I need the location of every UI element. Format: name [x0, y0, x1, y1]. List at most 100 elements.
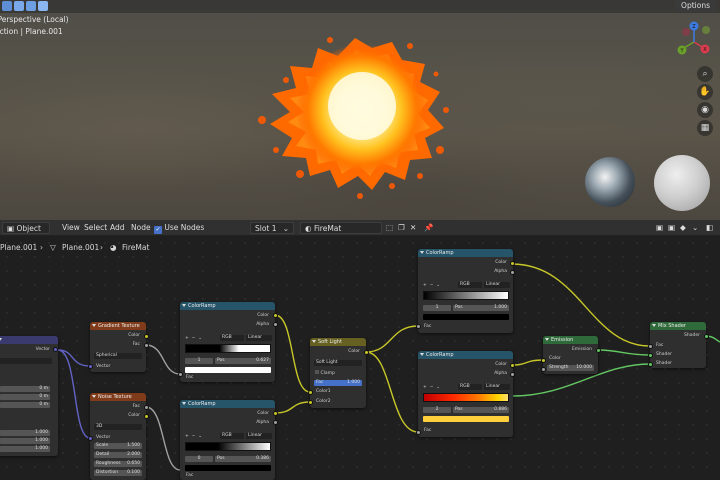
noise-fac-socket[interactable]	[144, 405, 149, 410]
duplicate-icon[interactable]: ❐	[398, 222, 405, 234]
ramp4-alpha-socket[interactable]	[510, 372, 515, 377]
noise-roughness-field[interactable]: Roughness 0.650	[94, 461, 142, 467]
ramp1-fac-socket[interactable]	[178, 372, 183, 377]
ramp4-fac-socket[interactable]	[416, 430, 421, 435]
mapping-loc-z[interactable]: 0 m	[0, 402, 50, 408]
softlight-fac-field[interactable]: Fac 1.000	[314, 380, 362, 386]
gradient-texture-header[interactable]: Gradient Texture	[90, 322, 146, 330]
mix-shader-in1-socket[interactable]	[648, 353, 653, 358]
options-button[interactable]: Options	[675, 0, 716, 12]
softlight-mix-node[interactable]: Soft Light Color Soft Light Clamp Fac 1.…	[310, 338, 366, 408]
noise-distortion-field[interactable]: Distortion 0.100	[94, 470, 142, 476]
softlight-color2-socket[interactable]	[308, 400, 313, 405]
ramp4-pos-field[interactable]: Pos 0.886	[453, 407, 509, 413]
mapping-scale-x[interactable]: 1.000	[0, 430, 50, 436]
ramp2-gradient-bar[interactable]	[185, 442, 271, 451]
noise-texture-header[interactable]: Noise Texture	[90, 393, 146, 401]
ramp2-color-swatch[interactable]	[185, 465, 271, 471]
ramp4-interp-dropdown[interactable]: Linear	[484, 384, 510, 390]
ramp1-add-remove-icons[interactable]: + − ⌄	[185, 336, 202, 341]
mix-shader-in2-socket[interactable]	[648, 362, 653, 367]
mapping-scale-y[interactable]: 1.000	[0, 438, 50, 444]
menu-node[interactable]: Node	[131, 222, 151, 234]
overlay-icon-1[interactable]: ▣	[656, 222, 663, 234]
noise-color-socket[interactable]	[144, 414, 149, 419]
softlight-blend-dropdown[interactable]: Soft Light	[314, 360, 362, 366]
menu-add[interactable]: Add	[110, 222, 125, 234]
ramp1-pos-field[interactable]: Pos 0.627	[215, 358, 271, 364]
ramp2-add-remove-icons[interactable]: + − ⌄	[185, 434, 202, 439]
pan-hand-icon[interactable]: ✋	[697, 84, 713, 100]
softlight-header[interactable]: Soft Light	[310, 338, 366, 346]
colorramp-node-3[interactable]: ColorRamp Color Alpha + − ⌄ RGB Linear 1…	[418, 249, 513, 333]
ramp3-mode-dropdown[interactable]: RGB	[458, 282, 482, 288]
ramp4-add-remove-icons[interactable]: + − ⌄	[423, 385, 440, 390]
camera-icon[interactable]: ◉	[697, 102, 713, 118]
colorramp-3-header[interactable]: ColorRamp	[418, 249, 513, 257]
navigation-gizmo[interactable]: Z Y X	[664, 18, 720, 58]
gradient-color-socket[interactable]	[144, 334, 149, 339]
gradient-vector-socket[interactable]	[88, 364, 93, 369]
ramp1-color-swatch[interactable]	[185, 367, 271, 373]
material-preview-sphere[interactable]	[654, 155, 710, 211]
ramp3-color-socket[interactable]	[510, 261, 515, 266]
overlay-dropdown-icon[interactable]: ⌄	[692, 222, 698, 234]
overlay-icon-2[interactable]: ▣	[668, 222, 675, 234]
softlight-color1-socket[interactable]	[308, 390, 313, 395]
zoom-icon[interactable]: ⌕	[697, 66, 713, 82]
colorramp-node-1[interactable]: ColorRamp Color Alpha + − ⌄ RGB Linear 1…	[180, 302, 275, 382]
mapping-loc-y[interactable]: 0 m	[0, 394, 50, 400]
ramp4-index-field[interactable]: 2	[423, 407, 451, 413]
ramp1-alpha-socket[interactable]	[273, 322, 278, 327]
toggle-icon[interactable]	[14, 1, 24, 11]
ramp4-color-socket[interactable]	[510, 363, 515, 368]
noise-detail-field[interactable]: Detail 2.000	[94, 452, 142, 458]
unlink-icon[interactable]: ✕	[410, 222, 416, 234]
fake-user-icon[interactable]: ⬚	[386, 222, 393, 234]
ramp1-color-socket[interactable]	[273, 313, 278, 318]
mapping-node-header[interactable]	[0, 336, 58, 344]
mix-shader-out-socket[interactable]	[704, 334, 709, 339]
mix-shader-header[interactable]: Mix Shader	[650, 322, 706, 330]
toggle-icon-3[interactable]	[38, 1, 48, 11]
colorramp-node-4[interactable]: ColorRamp Color Alpha + − ⌄ RGB Linear 2…	[418, 351, 513, 437]
ramp3-interp-dropdown[interactable]: Linear	[484, 282, 510, 288]
colorramp-node-2[interactable]: ColorRamp Color Alpha + − ⌄ RGB Linear 0…	[180, 400, 275, 480]
ramp2-alpha-socket[interactable]	[273, 420, 278, 425]
ramp4-gradient-bar[interactable]	[423, 393, 509, 402]
mapping-out-socket[interactable]	[53, 347, 58, 352]
ramp3-index-field[interactable]: 1	[423, 305, 451, 311]
mapping-type-field[interactable]	[0, 358, 52, 364]
snap-icon[interactable]: ◆	[680, 222, 686, 234]
mapping-scale-z[interactable]: 1.000	[0, 446, 50, 452]
ramp2-pos-field[interactable]: Pos 0.386	[215, 456, 271, 462]
ramp4-mode-dropdown[interactable]: RGB	[458, 384, 482, 390]
ramp1-gradient-bar[interactable]	[185, 344, 271, 353]
noise-dim-dropdown[interactable]: 3D	[94, 424, 142, 430]
gradient-fac-socket[interactable]	[144, 343, 149, 348]
gradient-type-dropdown[interactable]: Spherical	[94, 353, 142, 359]
ramp3-alpha-socket[interactable]	[510, 270, 515, 275]
mix-shader-node[interactable]: Mix Shader Shader Fac Shader Shader	[650, 322, 706, 368]
toggle-icon-2[interactable]	[26, 1, 36, 11]
emission-out-socket[interactable]	[596, 348, 601, 353]
ramp2-color-socket[interactable]	[273, 411, 278, 416]
softlight-clamp-checkbox[interactable]: Clamp	[315, 370, 335, 376]
noise-scale-field[interactable]: Scale 1.500	[94, 443, 142, 449]
emission-header[interactable]: Emission	[543, 336, 598, 344]
softlight-out-socket[interactable]	[364, 350, 369, 355]
ramp1-index-field[interactable]: 1	[185, 358, 213, 364]
ramp1-interp-dropdown[interactable]: Linear	[246, 335, 272, 341]
ramp2-interp-dropdown[interactable]: Linear	[246, 433, 272, 439]
mix-shader-fac-socket[interactable]	[648, 344, 653, 349]
grid-icon[interactable]: ▦	[697, 120, 713, 136]
use-nodes-toggle[interactable]: ✓ Use Nodes	[154, 222, 204, 234]
menu-select[interactable]: Select	[84, 222, 107, 234]
material-selector[interactable]: ◐ FireMat	[300, 222, 382, 234]
ramp2-index-field[interactable]: 0	[185, 456, 213, 462]
ramp3-color-swatch[interactable]	[423, 314, 509, 320]
mapping-loc-x[interactable]: 0 m	[0, 386, 50, 392]
emission-strength-field[interactable]: Strength 10.000	[547, 365, 594, 371]
gradient-texture-node[interactable]: Gradient Texture Color Fac Spherical Vec…	[90, 322, 146, 372]
ramp3-fac-socket[interactable]	[416, 324, 421, 329]
